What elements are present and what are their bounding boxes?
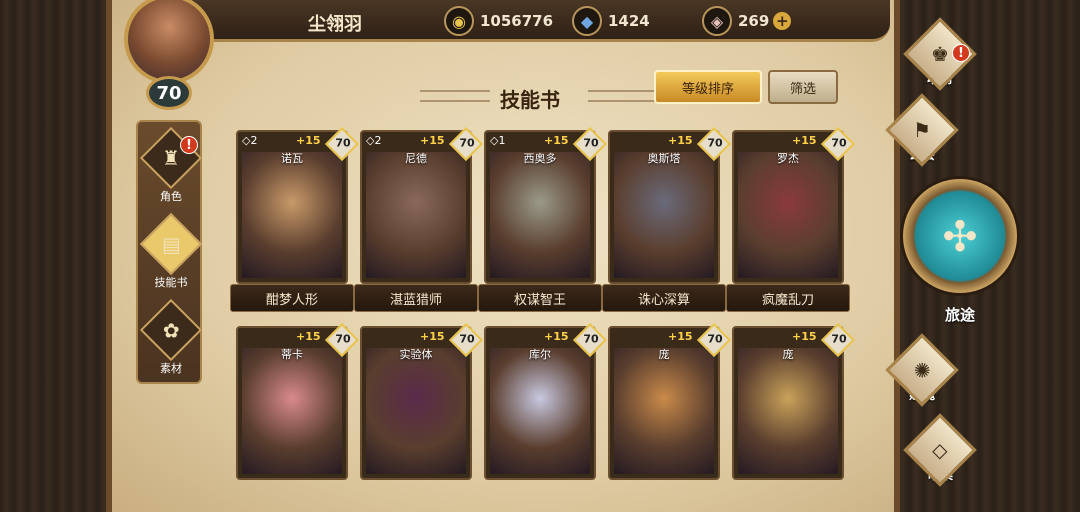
hero-name: 诺瓦	[281, 152, 303, 165]
card-frame: 庞 +15	[608, 326, 720, 480]
diamond-icon: ◇	[903, 413, 977, 487]
gold-resource: ◉ 1056776	[444, 6, 553, 36]
hero-name: 庞	[658, 348, 670, 361]
hero-name: 库尔	[529, 348, 551, 361]
hero-name: 蒂卡	[281, 348, 303, 361]
flame-icon: ✺	[885, 333, 959, 407]
gem-resource: ◈ 269 +	[702, 6, 792, 36]
hero-card[interactable]: 庞 +15 70	[732, 323, 855, 502]
side-nav: ♜ 角色 ! ▤ 技能书 ✿ 素材	[136, 120, 204, 384]
card-frame: 奥斯塔 +15	[608, 130, 720, 284]
card-frame: 诺瓦 ◇2 +15	[236, 130, 348, 284]
hero-plus-level: +15	[668, 330, 693, 343]
hero-plus-level: +15	[792, 330, 817, 343]
skill-name-plate: 权谋智王	[478, 284, 602, 312]
journey-label: 旅途	[944, 306, 975, 324]
market-button[interactable]: ◇ 市集	[898, 413, 982, 496]
hero-plus-level: +15	[544, 330, 569, 343]
hero-portrait	[614, 348, 714, 474]
crystal-icon: ◆	[572, 6, 602, 36]
card-frame: 实验体 +15	[360, 326, 472, 480]
hero-name: 实验体	[399, 348, 433, 361]
hero-card[interactable]: 诺瓦 ◇2 +15 70 酣梦人形	[230, 127, 359, 312]
hero-card[interactable]: 蒂卡 +15 70	[236, 323, 359, 502]
crystal-resource: ◆ 1424	[572, 6, 650, 36]
avatar[interactable]	[124, 0, 214, 84]
hero-plus-level: +15	[296, 134, 321, 147]
hero-portrait	[366, 152, 466, 278]
hero-portrait	[614, 152, 714, 278]
skill-name-plate: 湛蓝猎师	[354, 284, 478, 312]
soulbook-button[interactable]: ♚ 魂册 !	[898, 17, 982, 100]
card-frame: 西奥多 ◇1 +15	[484, 130, 596, 284]
hero-stars: ◇2	[366, 134, 382, 147]
hero-portrait	[490, 152, 590, 278]
material-icon: ✿	[139, 298, 203, 362]
sidenav-item-material[interactable]: ✿ 素材	[138, 298, 204, 382]
gem-icon: ◈	[702, 6, 732, 36]
skillbook-icon: ▤	[139, 212, 203, 276]
player-avatar-frame[interactable]: 70	[110, 0, 228, 112]
hero-name: 庞	[782, 348, 794, 361]
hero-card[interactable]: 尼德 ◇2 +15 70 湛蓝猎师	[354, 127, 483, 312]
hero-portrait	[738, 152, 838, 278]
hero-plus-level: +15	[792, 134, 817, 147]
player-name: 尘翎羽	[308, 14, 362, 35]
hero-portrait	[490, 348, 590, 474]
hero-plus-level: +15	[296, 330, 321, 343]
skill-name-plate: 酣梦人形	[230, 284, 354, 312]
skill-name-plate: 疯魔乱刀	[726, 284, 850, 312]
journey-button[interactable]: ✣ 旅途	[900, 176, 1020, 326]
page-title: 技能书	[500, 88, 560, 112]
hero-name: 西奥多	[523, 152, 557, 165]
card-frame: 罗杰 +15	[732, 130, 844, 284]
title-ornament-right	[588, 90, 658, 102]
hero-name: 奥斯塔	[647, 152, 681, 165]
hero-plus-level: +15	[420, 330, 445, 343]
hero-card[interactable]: 罗杰 +15 70 疯魔乱刀	[726, 127, 855, 312]
hero-stars: ◇2	[242, 134, 258, 147]
skill-name-plate: 诛心深算	[602, 284, 726, 312]
card-frame: 库尔 +15	[484, 326, 596, 480]
sidenav-label: 素材	[160, 362, 182, 375]
hero-portrait	[242, 152, 342, 278]
card-frame: 尼德 ◇2 +15	[360, 130, 472, 284]
gold-amount: 1056776	[480, 12, 554, 30]
hero-portrait	[366, 348, 466, 474]
add-gem-button[interactable]: +	[773, 12, 792, 30]
journey-compass-icon: ✣	[900, 176, 1020, 296]
gold-coin-icon: ◉	[444, 6, 474, 36]
hero-portrait	[242, 348, 342, 474]
hero-stars: ◇1	[490, 134, 506, 147]
sidenav-label: 技能书	[154, 276, 188, 289]
hero-plus-level: +15	[668, 134, 693, 147]
guild-button[interactable]: ⚑ 公会	[880, 93, 964, 176]
hero-plus-level: +15	[420, 134, 445, 147]
hero-card[interactable]: 庞 +15 70	[608, 323, 731, 502]
hero-card[interactable]: 库尔 +15 70	[484, 323, 607, 502]
player-level-badge: 70	[146, 76, 192, 110]
hero-portrait	[738, 348, 838, 474]
filter-button[interactable]: 筛选	[768, 70, 838, 104]
sort-by-level-button[interactable]: 等级排序	[654, 70, 762, 104]
sidenav-label: 角色	[160, 190, 182, 203]
hero-plus-level: +15	[544, 134, 569, 147]
card-frame: 庞 +15	[732, 326, 844, 480]
sidenav-item-character[interactable]: ♜ 角色 !	[138, 126, 204, 210]
hero-name: 尼德	[405, 152, 427, 165]
card-frame: 蒂卡 +15	[236, 326, 348, 480]
hero-name: 罗杰	[777, 152, 799, 165]
guild-icon: ⚑	[885, 93, 959, 167]
soul-infuse-button[interactable]: ✺ 赋魂	[880, 333, 964, 416]
gem-amount: 269	[738, 12, 770, 30]
hero-card[interactable]: 实验体 +15 70	[360, 323, 483, 502]
sidenav-item-skillbook[interactable]: ▤ 技能书	[138, 212, 204, 296]
hero-card[interactable]: 奥斯塔 +15 70 诛心深算	[602, 127, 731, 312]
crystal-amount: 1424	[608, 12, 650, 30]
hero-card[interactable]: 西奥多 ◇1 +15 70 权谋智王	[478, 127, 607, 312]
alert-badge: !	[180, 136, 198, 154]
alert-badge: !	[952, 44, 970, 62]
